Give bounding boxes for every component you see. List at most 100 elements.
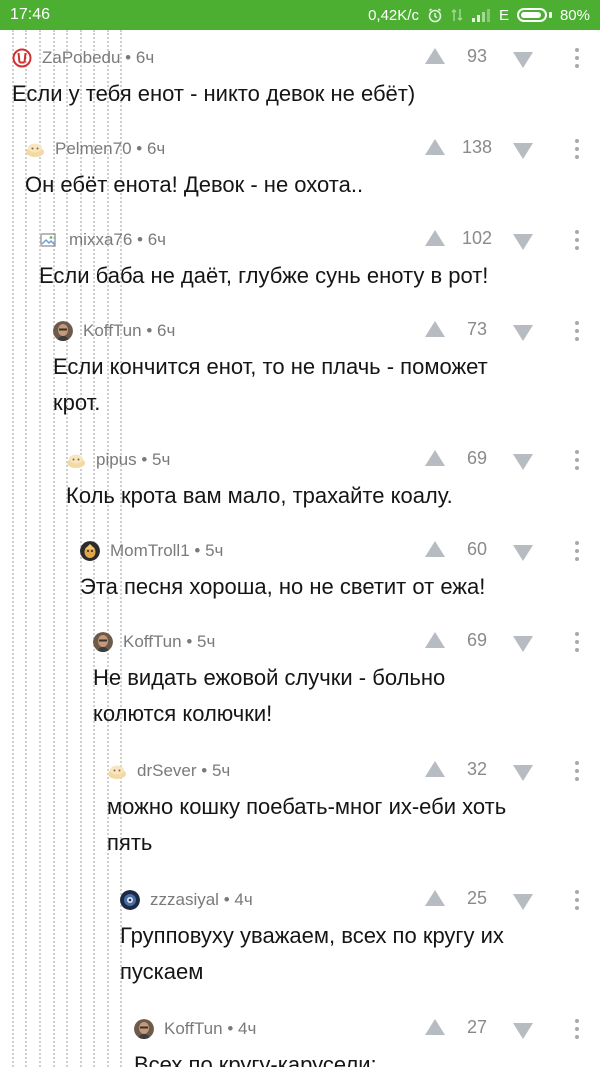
comment: pipus • 5ч 69 Коль крота вам мало, траха… xyxy=(0,442,600,522)
comment-author[interactable]: Pelmen70 • 6ч xyxy=(55,139,165,159)
comment-rating: 93 xyxy=(466,46,488,66)
comment-rating: 60 xyxy=(466,539,488,559)
downvote-button[interactable] xyxy=(513,1023,533,1039)
comment-body: Если у тебя енот - никто девок не ебёт) xyxy=(12,81,416,106)
signal-icon xyxy=(471,8,491,22)
comment-meta: KoffTun • 4ч xyxy=(134,1011,256,1047)
comment-rating: 102 xyxy=(461,228,493,248)
comment-body: Если кончится енот, то не плачь - поможе… xyxy=(53,354,488,415)
comment-body: Коль крота вам мало, трахайте коалу. xyxy=(66,483,453,508)
comment-thread: ZaPobedu • 6ч 93 Если у тебя енот - никт… xyxy=(0,30,600,1067)
alarm-icon xyxy=(427,7,443,23)
default-avatar-icon[interactable] xyxy=(25,139,45,159)
upvote-button[interactable] xyxy=(425,48,445,64)
user-photo-avatar[interactable] xyxy=(134,1019,154,1039)
comment-meta: KoffTun • 5ч xyxy=(93,624,215,660)
more-options-icon[interactable] xyxy=(572,44,582,72)
status-bar: 17:46 0,42K/c E 80% xyxy=(0,0,600,30)
more-options-icon[interactable] xyxy=(572,226,582,254)
comment-rating: 32 xyxy=(466,759,488,779)
more-options-icon[interactable] xyxy=(572,446,582,474)
comment-rating: 27 xyxy=(466,1017,488,1037)
comment-meta: KoffTun • 6ч xyxy=(53,313,175,349)
comment-author[interactable]: KoffTun • 5ч xyxy=(123,632,215,652)
upvote-button[interactable] xyxy=(425,450,445,466)
comment-rating: 138 xyxy=(461,137,493,157)
comment-author[interactable]: zzzasiyal • 4ч xyxy=(150,890,253,910)
comment-rating: 69 xyxy=(466,448,488,468)
status-indicators: 0,42K/c E 80% xyxy=(368,7,590,24)
downvote-button[interactable] xyxy=(513,894,533,910)
comment-body: Групповуху уважаем, всех по кругу их пус… xyxy=(120,923,504,984)
comment-author[interactable]: KoffTun • 4ч xyxy=(164,1019,256,1039)
broken-image-icon[interactable] xyxy=(39,230,59,250)
upvote-button[interactable] xyxy=(425,321,445,337)
upvote-button[interactable] xyxy=(425,632,445,648)
comment-rating: 69 xyxy=(466,630,488,650)
comment-author[interactable]: KoffTun • 6ч xyxy=(83,321,175,341)
comment-meta: mixxa76 • 6ч xyxy=(39,222,166,258)
upvote-button[interactable] xyxy=(425,139,445,155)
downvote-button[interactable] xyxy=(513,325,533,341)
comment-meta: MomTroll1 • 5ч xyxy=(80,533,223,569)
more-options-icon[interactable] xyxy=(572,537,582,565)
upvote-button[interactable] xyxy=(425,541,445,557)
user-photo-avatar[interactable] xyxy=(93,632,113,652)
downvote-button[interactable] xyxy=(513,545,533,561)
more-options-icon[interactable] xyxy=(572,886,582,914)
comment: MomTroll1 • 5ч 60 Эта песня хороша, но н… xyxy=(0,533,600,613)
comment-body: Он ебёт енота! Девок - не охота.. xyxy=(25,172,364,197)
default-avatar-icon[interactable] xyxy=(107,761,127,781)
comment-body: Если баба не даёт, глубже сунь еноту в р… xyxy=(39,263,489,288)
downvote-button[interactable] xyxy=(513,636,533,652)
user-photo-avatar[interactable] xyxy=(80,541,100,561)
victory-sign-icon[interactable] xyxy=(12,48,32,68)
default-avatar-icon[interactable] xyxy=(66,450,86,470)
comment-author[interactable]: mixxa76 • 6ч xyxy=(69,230,166,250)
comment-body: Эта песня хороша, но не светит от ежа! xyxy=(80,574,486,599)
comment-body: можно кошку поебать-мног их-еби хоть пят… xyxy=(107,794,507,855)
comment: mixxa76 • 6ч 102 Если баба не даёт, глуб… xyxy=(0,222,600,302)
comment-author[interactable]: ZaPobedu • 6ч xyxy=(42,48,154,68)
more-options-icon[interactable] xyxy=(572,628,582,656)
comment: KoffTun • 4ч 27 Всех по кругу-карусели; xyxy=(0,1011,600,1067)
downvote-button[interactable] xyxy=(513,143,533,159)
more-options-icon[interactable] xyxy=(572,1015,582,1043)
comment-rating: 73 xyxy=(466,319,488,339)
network-speed: 0,42K/c xyxy=(368,6,419,24)
comment: KoffTun • 6ч 73 Если кончится енот, то н… xyxy=(0,313,600,429)
comment-meta: zzzasiyal • 4ч xyxy=(120,882,253,918)
battery-level: 80% xyxy=(559,6,590,24)
comment-meta: Pelmen70 • 6ч xyxy=(25,131,165,167)
upvote-button[interactable] xyxy=(425,230,445,246)
comment-author[interactable]: pipus • 5ч xyxy=(96,450,170,470)
downvote-button[interactable] xyxy=(513,234,533,250)
battery-icon xyxy=(516,8,547,22)
more-options-icon[interactable] xyxy=(572,317,582,345)
downvote-button[interactable] xyxy=(513,454,533,470)
comment-meta: pipus • 5ч xyxy=(66,442,170,478)
comment-body: Не видать ежовой случки - больно колются… xyxy=(93,665,446,726)
network-type: E xyxy=(498,6,509,24)
comment: ZaPobedu • 6ч 93 Если у тебя енот - никт… xyxy=(0,40,600,120)
upvote-button[interactable] xyxy=(425,890,445,906)
downvote-button[interactable] xyxy=(513,765,533,781)
upvote-button[interactable] xyxy=(425,761,445,777)
comment-meta: drSever • 5ч xyxy=(107,753,230,789)
data-transfer-icon xyxy=(451,7,463,23)
comment-author[interactable]: drSever • 5ч xyxy=(137,761,230,781)
comment: Pelmen70 • 6ч 138 Он ебёт енота! Девок -… xyxy=(0,131,600,211)
comment-rating: 25 xyxy=(466,888,488,908)
user-photo-avatar[interactable] xyxy=(120,890,140,910)
more-options-icon[interactable] xyxy=(572,757,582,785)
upvote-button[interactable] xyxy=(425,1019,445,1035)
status-time: 17:46 xyxy=(10,6,51,23)
comment: zzzasiyal • 4ч 25 Групповуху уважаем, вс… xyxy=(0,882,600,998)
user-photo-avatar[interactable] xyxy=(53,321,73,341)
battery-tip xyxy=(548,12,552,18)
downvote-button[interactable] xyxy=(513,52,533,68)
more-options-icon[interactable] xyxy=(572,135,582,163)
comment: KoffTun • 5ч 69 Не видать ежовой случки … xyxy=(0,624,600,740)
comment: drSever • 5ч 32 можно кошку поебать-мног… xyxy=(0,753,600,869)
comment-author[interactable]: MomTroll1 • 5ч xyxy=(110,541,223,561)
